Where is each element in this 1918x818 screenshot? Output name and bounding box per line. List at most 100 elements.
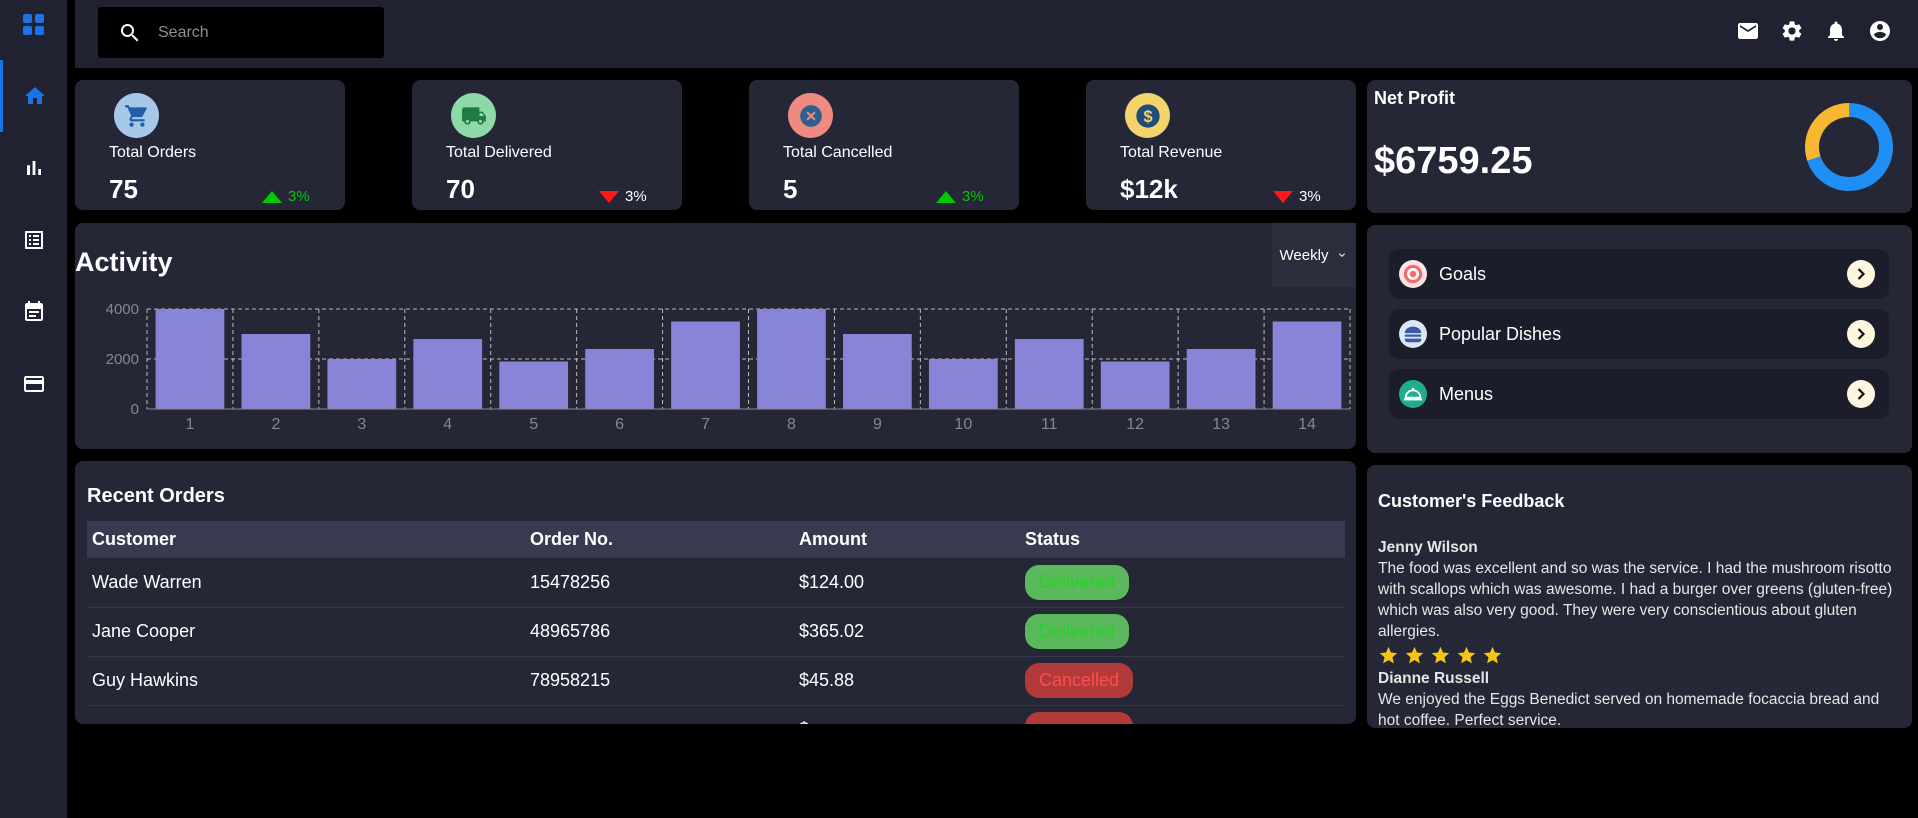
table-row[interactable]: Guy Hawkins 78958215 $45.88 Cancelled (87, 656, 1345, 706)
search-icon[interactable] (118, 21, 142, 45)
net-profit-value: $6759.25 (1374, 140, 1533, 182)
cell-status: Cancelled (1020, 705, 1345, 724)
account-avatar-icon[interactable] (1868, 19, 1892, 43)
stat-card-total-revenue: $ Total Revenue $12k 3% (1086, 80, 1356, 210)
trend-up-icon (936, 190, 956, 203)
recent-orders-table: Customer Order No. Amount Status Wade Wa… (87, 521, 1345, 724)
bar-3 (327, 359, 397, 409)
x-tick-label: 11 (1041, 416, 1058, 433)
cell-order-no: 15478256 (525, 558, 794, 608)
sidebar-item-payments[interactable] (0, 348, 67, 420)
calendar-icon (24, 301, 43, 321)
chevron-right-icon (1847, 320, 1875, 348)
star-icon (1431, 646, 1450, 664)
review-text: We enjoyed the Eggs Benedict served on h… (1378, 691, 1880, 728)
star-icon (1483, 646, 1502, 664)
notification-bell-icon[interactable] (1824, 19, 1848, 43)
column-header-order-no: Order No. (525, 521, 794, 558)
topbar (75, 0, 1918, 68)
stat-label: Total Cancelled (783, 144, 893, 161)
table-row[interactable]: Wade Warren 15478256 $124.00 Delivered (87, 558, 1345, 608)
sidebar-item-home[interactable] (0, 60, 67, 132)
star-rating (1378, 645, 1898, 666)
cancel-icon (788, 93, 833, 138)
mail-icon[interactable] (1736, 19, 1760, 43)
bar-11 (1014, 339, 1084, 409)
sidebar-item-orders[interactable] (0, 204, 67, 276)
stat-label: Total Orders (109, 144, 197, 161)
settings-gear-icon[interactable] (1780, 19, 1804, 43)
column-header-status: Status (1020, 521, 1345, 558)
search-box (98, 7, 384, 58)
payment-card-icon (23, 376, 44, 392)
stat-card-total-delivered: Total Delivered 70 3% (412, 80, 682, 210)
stat-trend: 3% (1273, 188, 1321, 205)
bar-14 (1272, 321, 1342, 409)
activity-bar-chart: 0200040001 2 3 4 5 6 7 8 9 10 11 12 13 14 (106, 301, 1351, 433)
bar-9 (843, 334, 912, 409)
x-tick-label: 8 (787, 416, 796, 433)
table-row-partial[interactable]: $ Cancelled (87, 705, 1345, 724)
feedback-title: Customer's Feedback (1378, 491, 1565, 511)
stat-trend: 3% (262, 188, 310, 205)
x-tick-label: 4 (443, 416, 452, 433)
x-tick-label: 7 (701, 416, 710, 433)
y-tick-label: 2000 (106, 351, 139, 368)
status-badge: Cancelled (1025, 663, 1134, 698)
y-tick-label: 4000 (106, 301, 139, 318)
status-badge: Delivered (1025, 614, 1130, 649)
chevron-right-icon (1847, 260, 1875, 288)
cell-customer: Jane Cooper (87, 607, 525, 657)
chart-icon (26, 161, 41, 175)
x-tick-label: 1 (186, 416, 195, 433)
search-input[interactable] (158, 23, 358, 42)
chevron-right-icon (1847, 380, 1875, 408)
cell-status: Delivered (1020, 607, 1345, 657)
recent-orders-title: Recent Orders (87, 485, 225, 507)
sidebar (0, 0, 67, 818)
x-tick-label: 5 (529, 416, 538, 433)
stat-value: 5 (783, 174, 798, 204)
net-profit-card: Net Profit $6759.25 (1367, 80, 1912, 213)
bar-8 (757, 309, 826, 409)
x-tick-label: 3 (357, 416, 366, 433)
dollar-icon: $ (1125, 93, 1170, 138)
star-icon (1457, 646, 1476, 664)
stat-percent: 3% (1299, 188, 1321, 205)
bar-1 (155, 309, 225, 409)
sidebar-item-analytics[interactable] (0, 132, 67, 204)
cloche-icon (1399, 380, 1427, 408)
column-header-customer: Customer (87, 521, 525, 558)
link-label: Goals (1439, 263, 1487, 284)
sidebar-item-calendar[interactable] (0, 276, 67, 348)
x-tick-label: 6 (615, 416, 624, 433)
link-menus[interactable]: Menus (1389, 369, 1889, 419)
net-profit-donut-chart (1805, 103, 1893, 191)
x-tick-label: 13 (1212, 416, 1230, 433)
cart-icon (114, 93, 159, 138)
link-goals[interactable]: Goals (1389, 249, 1889, 299)
stat-label: Total Delivered (446, 144, 552, 161)
bar-13 (1186, 349, 1256, 409)
table-row[interactable]: Jane Cooper 48965786 $365.02 Delivered (87, 607, 1345, 657)
target-icon (1399, 260, 1427, 288)
bar-12 (1100, 361, 1170, 409)
stat-value: $12k (1120, 174, 1178, 204)
stat-value: 75 (109, 174, 138, 204)
bar-10 (928, 359, 998, 409)
stat-trend: 3% (599, 188, 647, 205)
orders-list-icon (24, 231, 43, 249)
recent-orders-card: Recent Orders Customer Order No. Amount … (75, 461, 1356, 724)
link-label: Menus (1439, 383, 1494, 404)
stat-card-total-cancelled: Total Cancelled 5 3% (749, 80, 1019, 210)
link-popular-dishes[interactable]: Popular Dishes (1389, 309, 1889, 359)
column-header-amount: Amount (794, 521, 1020, 558)
stat-label: Total Revenue (1120, 144, 1223, 161)
bar-2 (241, 334, 311, 409)
dashboard-logo-icon[interactable] (22, 13, 46, 37)
stat-percent: 3% (288, 188, 310, 205)
status-badge-partial: Cancelled (1025, 712, 1134, 724)
x-tick-label: 9 (873, 416, 882, 433)
truck-icon (451, 93, 496, 138)
bar-5 (499, 361, 569, 409)
